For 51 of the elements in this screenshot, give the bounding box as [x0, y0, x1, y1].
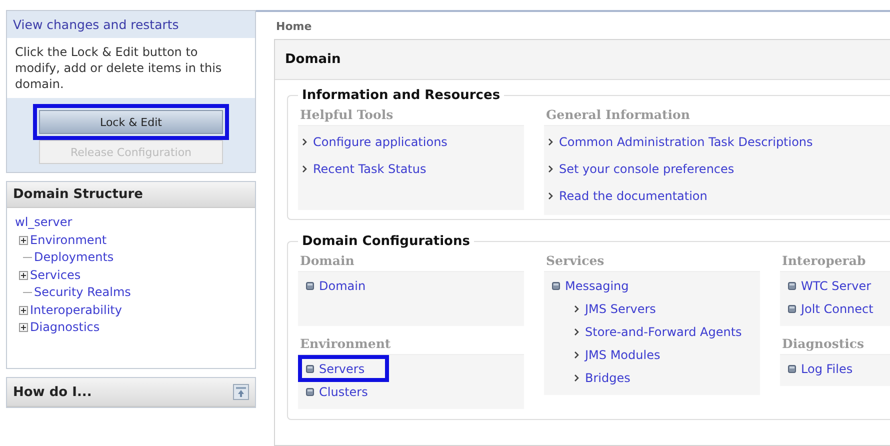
page-title: Domain: [275, 40, 890, 80]
tree-item[interactable]: Diagnostics: [30, 319, 100, 336]
chevron-icon: [574, 304, 580, 312]
tree-item[interactable]: Interoperability: [30, 302, 122, 319]
link[interactable]: Common Administration Task Descriptions: [559, 134, 813, 148]
expand-icon[interactable]: [19, 270, 28, 280]
link[interactable]: Read the documentation: [559, 188, 708, 202]
chevron-icon: [302, 164, 308, 172]
tree-item[interactable]: Environment: [30, 232, 107, 249]
link[interactable]: Recent Task Status: [313, 162, 426, 176]
link[interactable]: Domain: [302, 276, 370, 295]
section-title: Information and Resources: [301, 88, 502, 103]
tree-item[interactable]: Security Realms: [34, 284, 131, 302]
tree-item[interactable]: Services: [30, 266, 81, 284]
link[interactable]: Configure applications: [313, 134, 448, 148]
bullet-icon: [788, 364, 796, 372]
chevron-icon: [574, 374, 580, 382]
expand-icon[interactable]: [19, 236, 28, 245]
bullet-icon: [306, 388, 314, 396]
link[interactable]: Messaging: [548, 276, 633, 295]
highlighted-link[interactable]: Servers: [302, 359, 385, 378]
link[interactable]: Store-and-Forward Agents: [570, 322, 746, 341]
chevron-icon: [548, 192, 554, 200]
panel-header: Domain Structure: [7, 182, 255, 208]
breadcrumb-link[interactable]: Home: [266, 12, 890, 39]
panel-title: View changes and restarts: [12, 16, 180, 34]
bullet-icon: [306, 282, 314, 290]
link[interactable]: JMS Servers: [570, 299, 660, 318]
chevron-icon: [302, 138, 308, 146]
expand-icon[interactable]: [19, 323, 28, 332]
link[interactable]: Set your console preferences: [559, 162, 734, 176]
bullet-icon: [306, 364, 314, 372]
link[interactable]: Jolt Connect: [784, 299, 878, 318]
tree-root-link[interactable]: wl_server: [15, 214, 247, 232]
expand-icon[interactable]: [19, 306, 28, 315]
chevron-icon: [548, 164, 554, 172]
chevron-icon: [574, 350, 580, 358]
bullet-icon: [788, 304, 796, 312]
instruction-text: Click the Lock & Edit button to modify, add or delete items in this domain.: [7, 38, 255, 98]
bullet-icon: [788, 282, 796, 290]
section-title: Domain Configurations: [301, 234, 471, 249]
bullet-icon: [552, 282, 560, 290]
tree-item[interactable]: Deployments: [34, 249, 114, 266]
link[interactable]: JMS Modules: [570, 345, 664, 364]
chevron-icon: [548, 138, 554, 146]
chevron-icon: [574, 328, 580, 336]
link[interactable]: WTC Server: [784, 276, 876, 295]
link[interactable]: Bridges: [570, 368, 634, 387]
link[interactable]: Clusters: [302, 382, 372, 401]
link[interactable]: Log Files: [784, 359, 857, 378]
panel-header: How do I...: [13, 384, 92, 400]
